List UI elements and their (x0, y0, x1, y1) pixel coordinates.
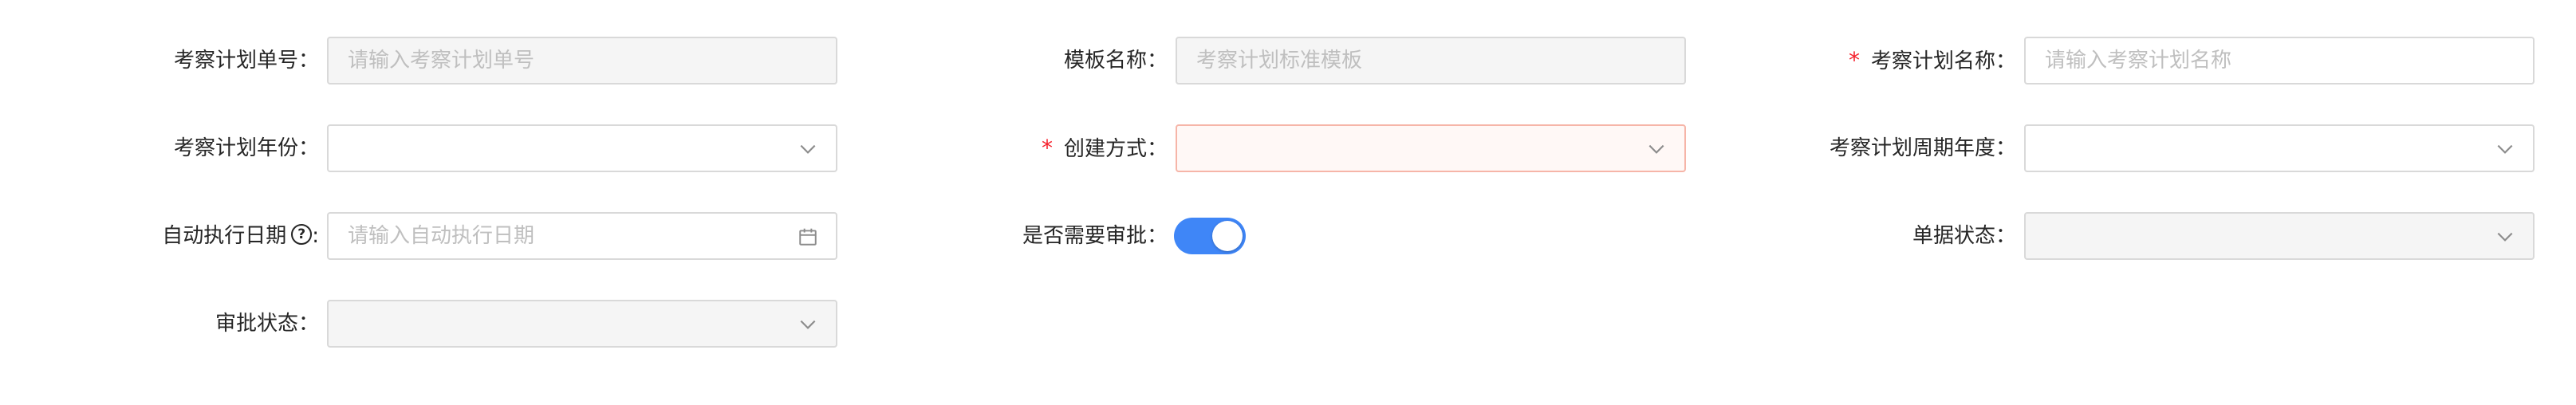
plan-period-year-select[interactable] (2024, 124, 2535, 172)
create-method-select[interactable] (1176, 124, 1686, 172)
plan-no-input[interactable]: 请输入考察计划单号 (327, 37, 837, 85)
doc-status-select[interactable] (2024, 212, 2535, 260)
auto-exec-date-input[interactable]: 请输入自动执行日期 (327, 212, 837, 260)
auto-exec-date-label: 自动执行日期?: (162, 223, 319, 248)
plan-name-placeholder: 请输入考察计划名称 (2045, 49, 2232, 73)
doc-status-label: 单据状态： (1912, 224, 2016, 248)
create-method-label: * 创建方式： (1041, 135, 1168, 161)
plan-no-placeholder: 请输入考察计划单号 (348, 49, 535, 73)
chevron-down-icon (2497, 144, 2513, 154)
template-name-input[interactable]: 考察计划标准模板 (1176, 37, 1686, 85)
required-mark: * (1041, 135, 1053, 161)
plan-form: 考察计划单号： 请输入考察计划单号 模板名称： 考察计划标准模板 * 考察计划名称… (0, 0, 2576, 405)
plan-year-select[interactable] (327, 124, 837, 172)
chevron-down-icon (2497, 232, 2513, 242)
chevron-down-icon (800, 320, 816, 329)
need-approval-label: 是否需要审批： (1022, 224, 1168, 248)
need-approval-switch[interactable] (1174, 218, 1246, 254)
plan-year-label: 考察计划年份： (173, 136, 319, 160)
plan-name-input[interactable]: 请输入考察计划名称 (2024, 37, 2535, 85)
template-name-placeholder: 考察计划标准模板 (1196, 49, 1363, 73)
chevron-down-icon (1648, 144, 1664, 154)
switch-knob (1212, 221, 1243, 251)
question-circle-icon[interactable]: ? (291, 223, 313, 245)
plan-no-label: 考察计划单号： (173, 49, 319, 73)
plan-name-label: * 考察计划名称： (1848, 47, 2016, 73)
template-name-label: 模板名称： (1063, 49, 1168, 73)
auto-exec-date-placeholder: 请输入自动执行日期 (348, 224, 535, 248)
approval-status-label: 审批状态： (215, 312, 319, 336)
plan-period-year-label: 考察计划周期年度： (1829, 136, 2016, 160)
approval-status-select[interactable] (327, 300, 837, 348)
required-mark: * (1848, 47, 1860, 73)
